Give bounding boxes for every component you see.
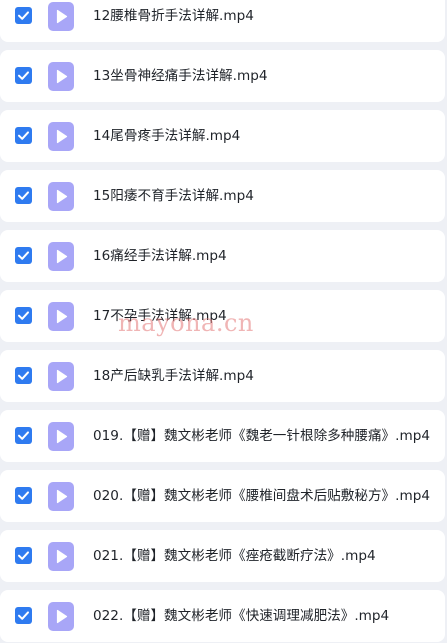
check-icon <box>18 611 29 620</box>
check-icon <box>18 491 29 500</box>
checkbox-checked[interactable] <box>15 547 32 564</box>
video-file-icon <box>48 482 74 511</box>
checkbox-checked[interactable] <box>15 307 32 324</box>
file-row[interactable]: 13坐骨神经痛手法详解.mp4 <box>0 50 445 102</box>
video-file-icon <box>48 422 74 451</box>
file-name[interactable]: 15阳痿不育手法详解.mp4 <box>93 170 254 222</box>
file-row[interactable]: 021.【赠】魏文彬老师《痤疮截断疗法》.mp4 <box>0 530 445 582</box>
checkbox-checked[interactable] <box>15 67 32 84</box>
file-name[interactable]: 18产后缺乳手法详解.mp4 <box>93 350 254 402</box>
check-icon <box>18 71 29 80</box>
file-name[interactable]: 13坐骨神经痛手法详解.mp4 <box>93 50 267 102</box>
file-name[interactable]: 021.【赠】魏文彬老师《痤疮截断疗法》.mp4 <box>93 530 376 582</box>
check-icon <box>18 131 29 140</box>
file-row[interactable]: 019.【赠】魏文彬老师《魏老一针根除多种腰痛》.mp4 <box>0 410 445 462</box>
video-file-icon <box>48 122 74 151</box>
video-file-icon <box>48 2 74 31</box>
video-file-icon <box>48 362 74 391</box>
check-icon <box>18 551 29 560</box>
video-file-icon <box>48 542 74 571</box>
video-file-icon <box>48 602 74 631</box>
file-row[interactable]: 16痛经手法详解.mp4 <box>0 230 445 282</box>
video-file-icon <box>48 182 74 211</box>
file-row[interactable]: 12腰椎骨折手法详解.mp4 <box>0 0 445 42</box>
video-file-icon <box>48 62 74 91</box>
checkbox-checked[interactable] <box>15 7 32 24</box>
check-icon <box>18 431 29 440</box>
file-row[interactable]: 020.【赠】魏文彬老师《腰椎间盘术后贴敷秘方》.mp4 <box>0 470 445 522</box>
file-row[interactable]: 14尾骨疼手法详解.mp4 <box>0 110 445 162</box>
file-name[interactable]: 020.【赠】魏文彬老师《腰椎间盘术后贴敷秘方》.mp4 <box>93 470 430 522</box>
check-icon <box>18 311 29 320</box>
checkbox-checked[interactable] <box>15 247 32 264</box>
file-row[interactable]: 15阳痿不育手法详解.mp4 <box>0 170 445 222</box>
check-icon <box>18 251 29 260</box>
file-name[interactable]: 019.【赠】魏文彬老师《魏老一针根除多种腰痛》.mp4 <box>93 410 430 462</box>
file-list: 12腰椎骨折手法详解.mp4 13坐骨神经痛手法详解.mp4 14尾骨疼手法详解… <box>0 0 447 643</box>
video-file-icon <box>48 242 74 271</box>
file-name[interactable]: 12腰椎骨折手法详解.mp4 <box>93 0 254 42</box>
check-icon <box>18 371 29 380</box>
check-icon <box>18 11 29 20</box>
checkbox-checked[interactable] <box>15 487 32 504</box>
file-name[interactable]: 16痛经手法详解.mp4 <box>93 230 227 282</box>
file-name[interactable]: 022.【赠】魏文彬老师《快速调理减肥法》.mp4 <box>93 590 389 642</box>
checkbox-checked[interactable] <box>15 607 32 624</box>
file-row[interactable]: 17不孕手法详解.mp4 <box>0 290 445 342</box>
checkbox-checked[interactable] <box>15 127 32 144</box>
video-file-icon <box>48 302 74 331</box>
checkbox-checked[interactable] <box>15 427 32 444</box>
checkbox-checked[interactable] <box>15 367 32 384</box>
file-row[interactable]: 022.【赠】魏文彬老师《快速调理减肥法》.mp4 <box>0 590 445 642</box>
file-row[interactable]: 18产后缺乳手法详解.mp4 <box>0 350 445 402</box>
file-name[interactable]: 17不孕手法详解.mp4 <box>93 290 227 342</box>
file-name[interactable]: 14尾骨疼手法详解.mp4 <box>93 110 240 162</box>
check-icon <box>18 191 29 200</box>
checkbox-checked[interactable] <box>15 187 32 204</box>
